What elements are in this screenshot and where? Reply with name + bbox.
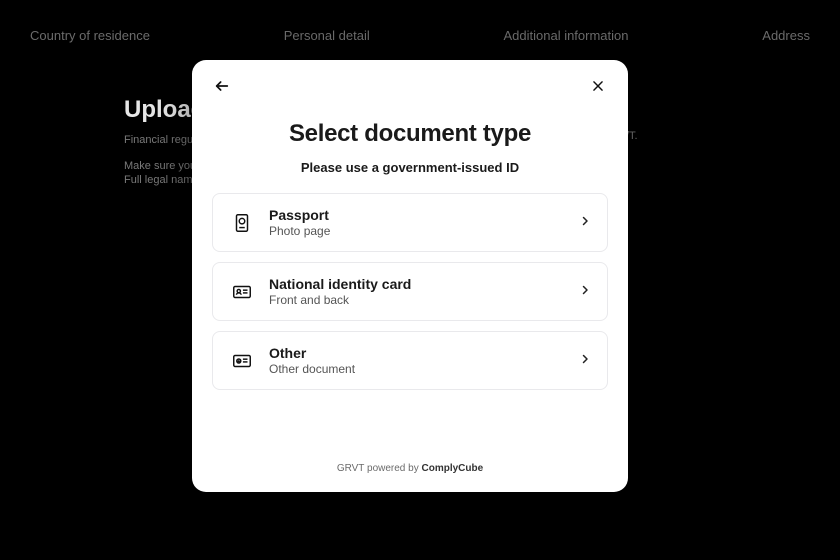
option-text: Other Other document [269, 345, 579, 376]
modal-topbar [212, 78, 608, 98]
passport-icon [229, 212, 255, 234]
document-type-modal: Select document type Please use a govern… [192, 60, 628, 492]
option-sub: Front and back [269, 293, 579, 307]
chevron-right-icon [579, 283, 591, 301]
arrow-left-icon [214, 78, 230, 99]
step-personal[interactable]: Personal detail [284, 28, 370, 43]
modal-subtitle: Please use a government-issued ID [212, 160, 608, 175]
step-additional[interactable]: Additional information [503, 28, 628, 43]
step-country[interactable]: Country of residence [30, 28, 150, 43]
other-document-icon [229, 350, 255, 372]
stepper: Country of residence Personal detail Add… [0, 0, 840, 43]
back-button[interactable] [212, 78, 232, 98]
option-text: National identity card Front and back [269, 276, 579, 307]
option-national-id[interactable]: National identity card Front and back [212, 262, 608, 321]
step-address[interactable]: Address [762, 28, 810, 43]
close-icon [591, 79, 605, 98]
modal-footer: GRVT powered by ComplyCube [212, 463, 608, 480]
option-title: Other [269, 345, 579, 361]
option-passport[interactable]: Passport Photo page [212, 193, 608, 252]
document-options: Passport Photo page National identity ca… [212, 193, 608, 390]
option-title: Passport [269, 207, 579, 223]
modal-title: Select document type [212, 120, 608, 148]
option-other[interactable]: Other Other document [212, 331, 608, 390]
footer-prefix: GRVT powered by [337, 463, 422, 474]
option-sub: Photo page [269, 224, 579, 238]
chevron-right-icon [579, 352, 591, 370]
option-sub: Other document [269, 362, 579, 376]
close-button[interactable] [588, 78, 608, 98]
footer-brand: ComplyCube [422, 463, 484, 474]
id-card-icon [229, 281, 255, 303]
chevron-right-icon [579, 214, 591, 232]
option-text: Passport Photo page [269, 207, 579, 238]
option-title: National identity card [269, 276, 579, 292]
